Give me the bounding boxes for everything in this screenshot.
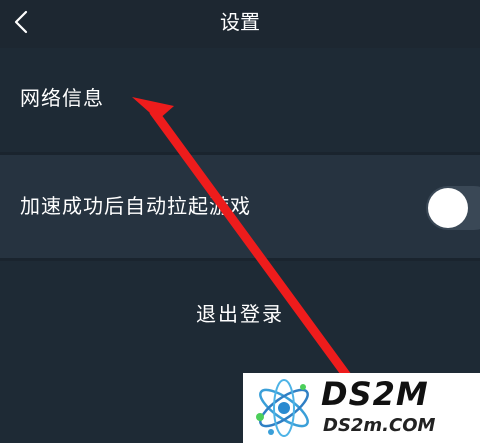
auto-launch-toggle[interactable] — [426, 186, 480, 230]
header-bar: 设置 — [0, 0, 480, 48]
logout-label: 退出登录 — [196, 302, 284, 326]
divider — [0, 258, 480, 261]
page-title: 设置 — [220, 10, 260, 34]
network-info-item[interactable]: 网络信息 — [0, 52, 480, 152]
watermark: DS2M DS2m.COM — [243, 373, 480, 443]
auto-launch-item: 加速成功后自动拉起游戏 — [0, 155, 480, 258]
watermark-sub-text: DS2m.COM — [323, 415, 436, 436]
atom-logo-icon — [256, 379, 309, 437]
network-info-label: 网络信息 — [20, 86, 104, 110]
watermark-main-text: DS2M — [321, 375, 429, 413]
toggle-knob — [428, 188, 468, 228]
logout-item[interactable]: 退出登录 — [0, 262, 480, 364]
auto-launch-label: 加速成功后自动拉起游戏 — [20, 194, 251, 218]
